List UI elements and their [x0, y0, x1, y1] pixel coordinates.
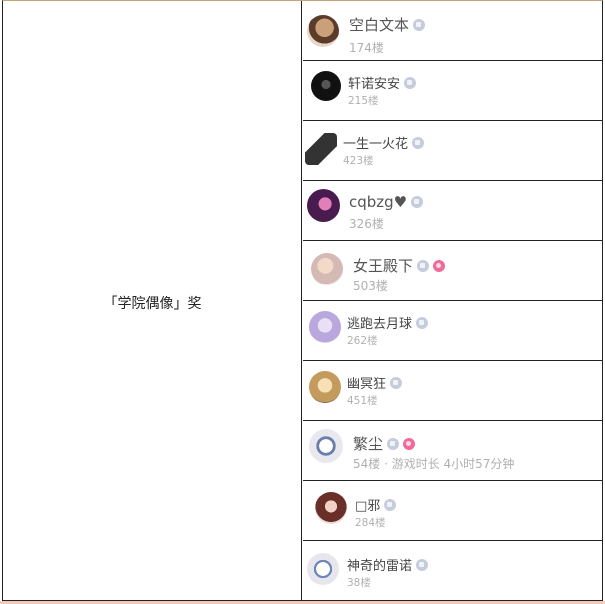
gender-badge-icon: [403, 438, 416, 450]
list-item: 一生一火花 423楼: [303, 121, 602, 181]
list-item: 繁尘 54楼 · 游戏时长 4小时57分钟: [303, 421, 602, 481]
level-badge-icon: [411, 196, 424, 208]
list-item: 神奇的雷诺 38楼: [303, 541, 602, 600]
level-badge-icon: [384, 499, 397, 511]
avatar[interactable]: [307, 189, 340, 222]
user-name[interactable]: 空白文本: [349, 14, 426, 35]
level-badge-icon: [387, 438, 400, 450]
post-meta: 503楼: [353, 279, 388, 293]
avatar[interactable]: [311, 71, 341, 101]
avatar[interactable]: [309, 311, 341, 343]
post-meta: 262楼: [347, 335, 378, 347]
post-meta: 423楼: [343, 155, 374, 167]
level-badge-icon: [416, 317, 429, 329]
user-name[interactable]: 女王殿下: [353, 255, 446, 276]
avatar[interactable]: [309, 429, 343, 463]
post-meta: 174楼: [349, 41, 384, 55]
user-name[interactable]: □邪: [355, 495, 397, 514]
award-label: 「学院偶像」奖: [103, 296, 202, 312]
post-meta: 215楼: [348, 95, 379, 107]
avatar[interactable]: [305, 133, 337, 165]
award-cell: 「学院偶像」奖: [3, 1, 302, 600]
list-item: cqbzg♥ 326楼: [303, 181, 602, 241]
avatar[interactable]: [315, 492, 347, 524]
list-item: 逃跑去月球 262楼: [303, 301, 602, 361]
level-badge-icon: [417, 260, 430, 272]
list-item: 空白文本 174楼: [303, 1, 602, 61]
post-meta: 451楼: [347, 395, 378, 407]
list-item: □邪 284楼: [303, 481, 602, 541]
level-badge-icon: [404, 77, 417, 89]
list-item: 女王殿下 503楼: [303, 241, 602, 301]
avatar[interactable]: [307, 15, 339, 47]
level-badge-icon: [413, 19, 426, 31]
user-name[interactable]: 幽冥狂: [347, 373, 403, 392]
user-name[interactable]: 繁尘: [353, 433, 416, 454]
avatar[interactable]: [311, 253, 343, 285]
user-name[interactable]: 神奇的雷诺: [347, 555, 429, 574]
list-item: 幽冥狂 451楼: [303, 361, 602, 421]
level-badge-icon: [416, 559, 429, 571]
list-item: 轩诺安安 215楼: [303, 61, 602, 121]
user-name[interactable]: 一生一火花: [343, 133, 425, 152]
user-name[interactable]: cqbzg♥: [349, 193, 424, 211]
post-meta: 54楼 · 游戏时长 4小时57分钟: [353, 457, 515, 471]
post-meta: 326楼: [349, 217, 384, 231]
user-name[interactable]: 逃跑去月球: [347, 313, 429, 332]
gender-badge-icon: [433, 260, 446, 272]
post-meta: 38楼: [347, 577, 371, 589]
avatar[interactable]: [309, 371, 341, 403]
avatar[interactable]: [307, 553, 339, 585]
level-badge-icon: [390, 377, 403, 389]
level-badge-icon: [412, 137, 425, 149]
post-meta: 284楼: [355, 517, 386, 529]
user-list: 空白文本 174楼 轩诺安安 215楼 一生一火花 423楼 cqbzg♥ 32…: [303, 1, 603, 600]
award-table: 「学院偶像」奖 空白文本 174楼 轩诺安安 215楼 一生一火花 423楼 c…: [2, 0, 603, 601]
user-name[interactable]: 轩诺安安: [348, 73, 417, 92]
